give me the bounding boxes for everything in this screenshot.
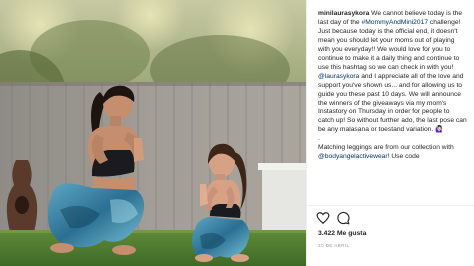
caption-scroll-area[interactable]: minilaurasykora We cannot believe today … bbox=[307, 0, 474, 205]
caption-mention-bodyangel[interactable]: @bodyangelactivewear bbox=[318, 153, 388, 160]
post-actions: 3.422 Me gusta 30 DE ABRIL bbox=[307, 205, 474, 266]
action-icons-row bbox=[316, 211, 350, 225]
caption-text-4: Matching leggings are from our collectio… bbox=[318, 144, 454, 152]
caption-hashtag[interactable]: #MommyAndMini2017 bbox=[362, 19, 429, 26]
post-photo[interactable] bbox=[0, 0, 306, 266]
caption-text-5: ! Use code bbox=[387, 153, 420, 161]
caption-dot: . bbox=[318, 135, 320, 143]
caption-text-3: and I appreciate all of the love and sup… bbox=[318, 72, 467, 134]
caption-emoji: 🙋🏻‍♀️ bbox=[435, 126, 444, 134]
instagram-post: minilaurasykora We cannot believe today … bbox=[0, 0, 474, 266]
comment-icon-glyph bbox=[337, 211, 350, 225]
comment-icon[interactable] bbox=[336, 211, 350, 225]
post-caption: minilaurasykora We cannot believe today … bbox=[318, 10, 467, 162]
caption-text-2: challenge! Just because today is the off… bbox=[318, 18, 461, 71]
likes-count[interactable]: 3.422 Me gusta bbox=[318, 230, 366, 237]
post-side-panel: minilaurasykora We cannot believe today … bbox=[306, 0, 474, 266]
post-photo-image bbox=[0, 0, 306, 266]
post-date: 30 DE ABRIL bbox=[318, 243, 350, 248]
heart-icon[interactable] bbox=[316, 211, 330, 225]
caption-mention-laurasykora[interactable]: @laurasykora bbox=[318, 73, 359, 80]
heart-icon-glyph bbox=[316, 212, 330, 225]
caption-username[interactable]: minilaurasykora bbox=[318, 10, 369, 17]
